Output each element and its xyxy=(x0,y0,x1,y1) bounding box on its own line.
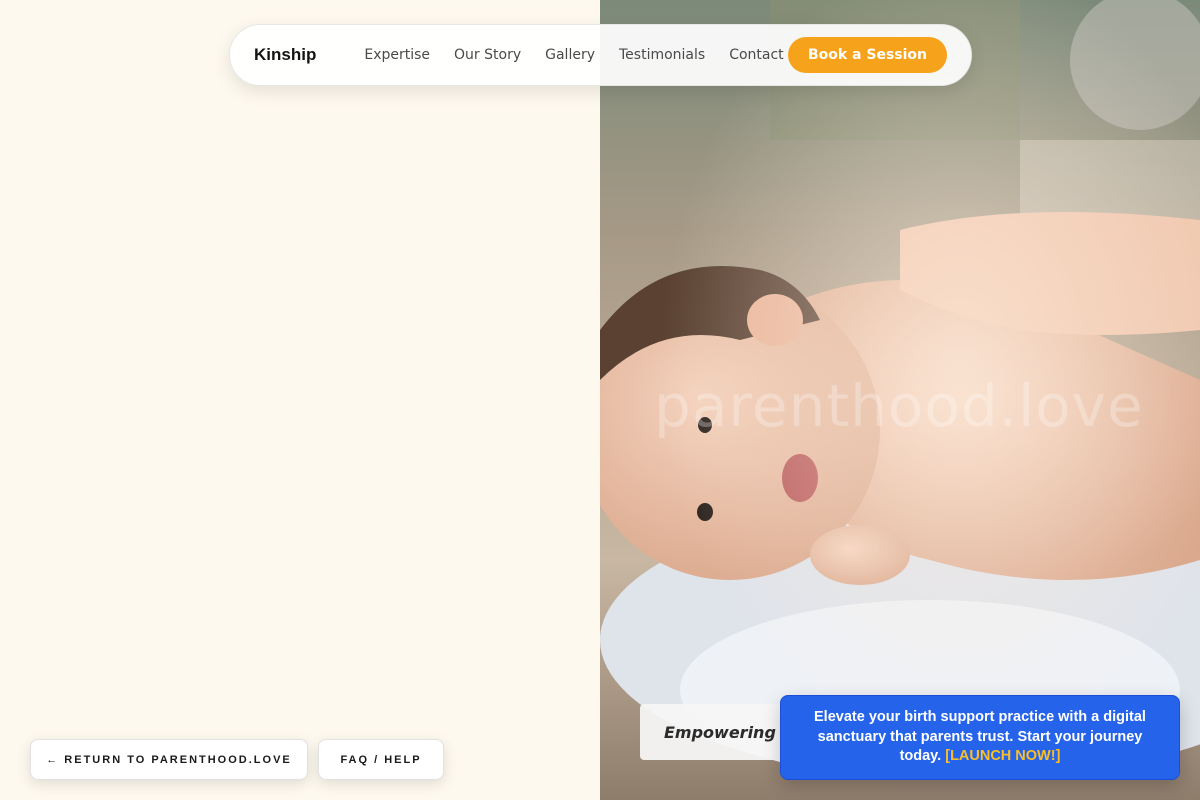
watermark-text: parenthood.love xyxy=(654,372,1144,440)
brand-logo[interactable]: Kinship xyxy=(254,45,316,65)
faq-help-button[interactable]: FAQ / HELP xyxy=(318,739,444,780)
nav-link-testimonials[interactable]: Testimonials xyxy=(619,47,705,63)
book-session-button[interactable]: Book a Session xyxy=(787,37,947,73)
left-panel xyxy=(0,0,600,800)
nav-links: Expertise Our Story Gallery Testimonials… xyxy=(364,47,788,63)
nav-link-our-story[interactable]: Our Story xyxy=(454,47,521,63)
return-to-parenthood-button[interactable]: ← RETURN TO PARENTHOOD.LOVE xyxy=(30,739,308,780)
launch-now-link[interactable]: [LAUNCH NOW!] xyxy=(945,748,1060,764)
nav-link-gallery[interactable]: Gallery xyxy=(545,47,595,63)
hero-photo: parenthood.love xyxy=(600,0,1200,800)
nav-link-contact[interactable]: Contact xyxy=(729,47,783,63)
promo-banner[interactable]: Elevate your birth support practice with… xyxy=(780,695,1180,780)
top-navigation: Kinship Expertise Our Story Gallery Test… xyxy=(229,24,972,86)
promo-text-block: Elevate your birth support practice with… xyxy=(805,708,1155,767)
nav-link-expertise[interactable]: Expertise xyxy=(364,47,430,63)
